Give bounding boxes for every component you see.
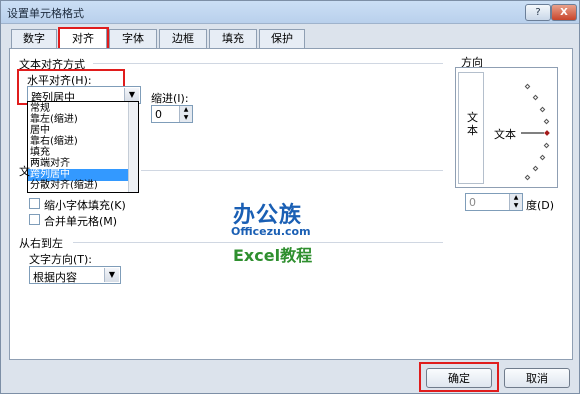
shrink-to-fit-checkbox[interactable] xyxy=(29,198,40,209)
dial-text-label: 文本 xyxy=(494,128,516,141)
spin-down-icon[interactable]: ▼ xyxy=(179,114,192,122)
spin-up-icon[interactable]: ▲ xyxy=(509,194,522,202)
text-direction-select[interactable]: 根据内容 ▼ xyxy=(29,266,121,284)
highlight-ok-button xyxy=(419,362,499,392)
indent-label: 缩进(I): xyxy=(151,92,189,105)
horizontal-options-list[interactable]: 常规 靠左(缩进) 居中 靠右(缩进) 填充 两端对齐 跨列居中 分散对齐(缩进… xyxy=(27,101,139,193)
degree-value: 0 xyxy=(469,196,476,209)
orientation-box[interactable]: 文本 文本 xyxy=(455,67,558,188)
vertical-text-label: 文本 xyxy=(467,111,478,137)
tab-border[interactable]: 边框 xyxy=(159,29,207,48)
degree-label: 度(D) xyxy=(526,199,555,212)
tab-fill[interactable]: 填充 xyxy=(209,29,257,48)
tab-protection[interactable]: 保护 xyxy=(259,29,305,48)
indent-value: 0 xyxy=(155,108,162,121)
tab-number[interactable]: 数字 xyxy=(11,29,57,48)
options-scrollbar[interactable] xyxy=(128,102,138,192)
window-title: 设置单元格格式 xyxy=(7,7,84,20)
group-divider xyxy=(141,170,443,171)
cancel-button[interactable]: 取消 xyxy=(504,368,570,388)
format-cells-dialog: 设置单元格格式 ? X 数字 对齐 字体 边框 填充 保护 文本对齐方式 水平对… xyxy=(0,0,580,394)
spin-up-icon[interactable]: ▲ xyxy=(179,106,192,114)
shrink-to-fit-label: 缩小字体填充(K) xyxy=(44,199,126,212)
merge-cells-checkbox[interactable] xyxy=(29,214,40,225)
chevron-down-icon[interactable]: ▼ xyxy=(124,88,139,102)
option-distributed-indent[interactable]: 分散对齐(缩进) xyxy=(28,180,130,192)
watermark-site: Officezu.com xyxy=(231,225,311,238)
indent-spinner[interactable]: 0 ▲ ▼ xyxy=(151,105,193,123)
close-button[interactable]: X xyxy=(551,4,577,21)
tab-font[interactable]: 字体 xyxy=(109,29,157,48)
group-divider xyxy=(93,63,443,64)
highlight-alignment-tab xyxy=(58,27,109,50)
merge-cells-label: 合并单元格(M) xyxy=(44,215,118,228)
text-control-group-label: 文 xyxy=(19,165,30,178)
watermark-caption: Excel教程 xyxy=(233,246,313,265)
title-bar: 设置单元格格式 ? X xyxy=(1,1,579,24)
degree-spinner[interactable]: 0 ▲ ▼ xyxy=(465,193,523,211)
help-button[interactable]: ? xyxy=(525,4,551,21)
rtl-group-label: 从右到左 xyxy=(19,237,63,250)
spin-down-icon[interactable]: ▼ xyxy=(509,202,522,210)
text-direction-label: 文字方向(T): xyxy=(29,253,93,266)
text-direction-value: 根据内容 xyxy=(33,271,77,284)
chevron-down-icon[interactable]: ▼ xyxy=(104,268,119,282)
vertical-text-toggle[interactable]: 文本 xyxy=(458,72,484,184)
